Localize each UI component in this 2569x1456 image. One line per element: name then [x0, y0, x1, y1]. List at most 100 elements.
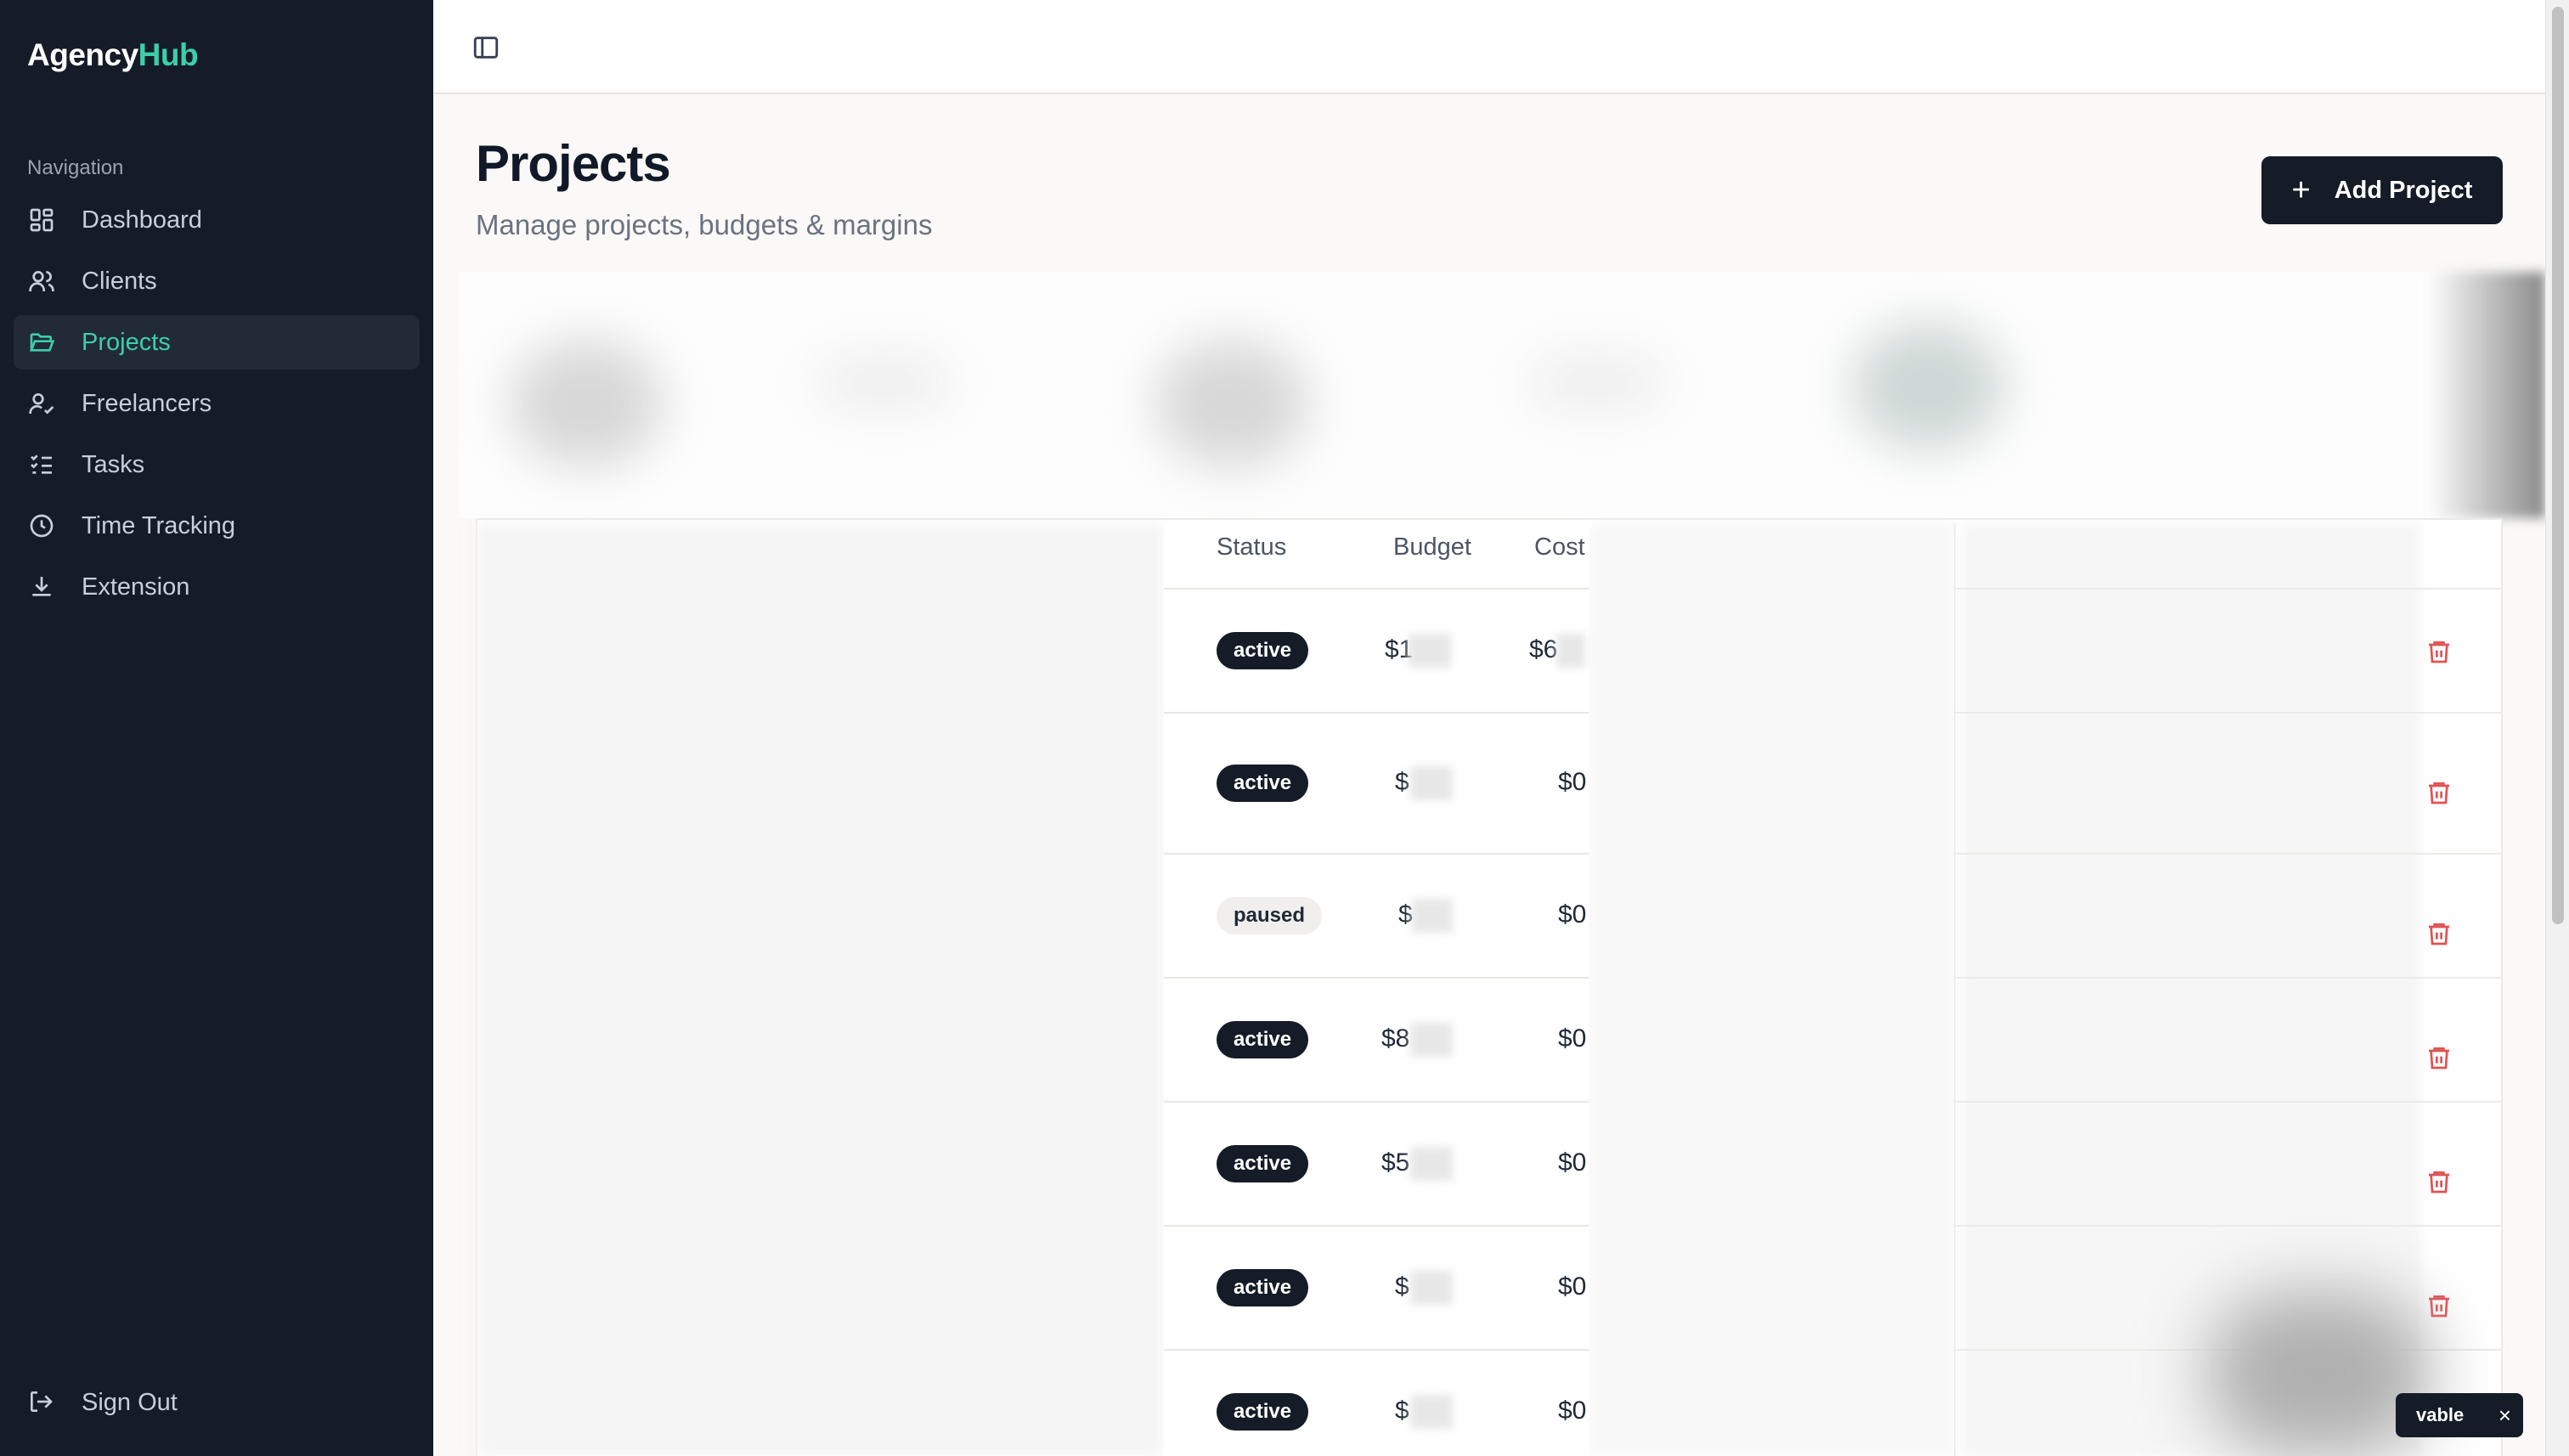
- sidebar-item-label: Tasks: [82, 450, 145, 478]
- cost-value: $0: [1558, 768, 1587, 796]
- cost-value: $6: [1529, 635, 1558, 663]
- toast-text: vable: [2416, 1404, 2465, 1425]
- blurred-columns-mid: [1589, 523, 1954, 1456]
- budget-value: $: [1395, 768, 1409, 796]
- sign-out-label: Sign Out: [82, 1388, 178, 1416]
- row-divider: [1954, 977, 2503, 979]
- status-badge: active: [1217, 765, 1309, 802]
- redacted-budget: [1410, 766, 1453, 800]
- top-bar: [433, 0, 2545, 94]
- sidebar-item-projects[interactable]: Projects: [14, 315, 420, 370]
- sign-out-button[interactable]: Sign Out: [27, 1388, 178, 1417]
- download-icon: [27, 573, 56, 601]
- sidebar-item-label: Projects: [82, 328, 171, 356]
- redacted-budget: [1410, 1271, 1453, 1305]
- folder-open-icon: [27, 328, 56, 357]
- delete-row-button[interactable]: [2423, 776, 2455, 809]
- trash-icon: [2429, 1047, 2449, 1069]
- list-checks-icon: [27, 450, 56, 479]
- cost-value: $0: [1558, 1148, 1587, 1177]
- panel-left-icon: [473, 37, 499, 59]
- table-row[interactable]: active $5 $0: [1164, 1101, 1589, 1225]
- page-scrollbar[interactable]: [2545, 0, 2569, 1456]
- sidebar-item-label: Clients: [82, 267, 157, 295]
- clock-icon: [27, 511, 56, 540]
- status-badge: active: [1217, 632, 1309, 669]
- table-row[interactable]: active $8 $0: [1164, 977, 1589, 1101]
- table-row[interactable]: active $1 $6: [1164, 588, 1589, 712]
- brand-name-part2: Hub: [138, 37, 199, 72]
- budget-value: $: [1395, 1397, 1409, 1425]
- user-check-icon: [27, 389, 56, 418]
- sidebar-item-label: Dashboard: [82, 206, 202, 234]
- plus-icon: +: [2291, 172, 2311, 208]
- cost-value: $0: [1558, 1024, 1587, 1052]
- redacted-budget: [1410, 1395, 1453, 1429]
- delete-row-button[interactable]: [2423, 917, 2455, 950]
- add-project-label: Add Project: [2334, 176, 2473, 204]
- sidebar-toggle-button[interactable]: [469, 31, 503, 65]
- sidebar-item-label: Time Tracking: [82, 511, 236, 539]
- delete-row-button[interactable]: [2423, 1041, 2455, 1074]
- trash-icon: [2429, 641, 2449, 663]
- column-divider: [1954, 523, 1956, 1456]
- row-divider: [1954, 1225, 2503, 1227]
- status-badge: paused: [1217, 897, 1323, 934]
- close-icon[interactable]: ×: [2498, 1402, 2511, 1429]
- delete-row-button[interactable]: [2423, 1290, 2455, 1322]
- header-status: Status: [1217, 533, 1287, 561]
- edge-shadow: [2426, 272, 2545, 518]
- log-out-icon: [27, 1388, 56, 1417]
- users-icon: [27, 267, 56, 296]
- redacted-budget: [1412, 899, 1453, 933]
- trash-icon: [2429, 1171, 2449, 1194]
- delete-row-button[interactable]: [2423, 1165, 2455, 1198]
- table-row[interactable]: active $ $0: [1164, 1349, 1589, 1456]
- row-divider: [1954, 588, 2503, 590]
- dashboard-icon: [27, 206, 56, 234]
- brand-name-part1: Agency: [27, 37, 138, 72]
- table-row[interactable]: active $ $0: [1164, 712, 1589, 853]
- redacted-budget: [1410, 1147, 1453, 1181]
- row-divider: [1954, 712, 2503, 714]
- toast-notification[interactable]: vable ×: [2396, 1393, 2523, 1437]
- brand-logo[interactable]: AgencyHub: [27, 37, 199, 73]
- budget-value: $8: [1381, 1024, 1410, 1052]
- status-badge: active: [1217, 1393, 1309, 1431]
- sidebar-item-tasks[interactable]: Tasks: [14, 437, 420, 492]
- sidebar-item-label: Freelancers: [82, 389, 212, 417]
- status-badge: active: [1217, 1145, 1309, 1182]
- stats-cards-blurred: [459, 272, 2545, 518]
- trash-icon: [2429, 1295, 2449, 1318]
- delete-row-button[interactable]: [2423, 635, 2455, 668]
- budget-value: $: [1395, 1273, 1409, 1301]
- redacted-cost: [1556, 634, 1585, 668]
- sidebar-item-time-tracking[interactable]: Time Tracking: [14, 499, 420, 553]
- sidebar-item-dashboard[interactable]: Dashboard: [14, 193, 420, 247]
- trash-icon: [2429, 923, 2449, 945]
- blurred-columns-left: [476, 523, 1164, 1456]
- visible-columns: Status Budget Cost active $1 $6 active $…: [1164, 523, 1589, 1456]
- sidebar: AgencyHub Navigation Dashboard Clients P…: [0, 0, 433, 1456]
- scrollbar-thumb[interactable]: [2552, 7, 2564, 924]
- budget-value: $: [1398, 900, 1413, 928]
- row-divider: [1954, 853, 2503, 855]
- nav-heading: Navigation: [27, 156, 124, 179]
- trash-icon: [2429, 782, 2449, 804]
- header-budget: Budget: [1393, 533, 1471, 561]
- page-title: Projects: [476, 135, 671, 192]
- sidebar-item-extension[interactable]: Extension: [14, 560, 420, 614]
- sidebar-item-freelancers[interactable]: Freelancers: [14, 376, 420, 431]
- cost-value: $0: [1558, 900, 1587, 928]
- cost-value: $0: [1558, 1397, 1587, 1425]
- header-cost: Cost: [1534, 533, 1585, 561]
- status-badge: active: [1217, 1021, 1309, 1058]
- redacted-budget: [1409, 634, 1451, 668]
- sidebar-item-label: Extension: [82, 573, 190, 601]
- table-row[interactable]: active $ $0: [1164, 1225, 1589, 1349]
- sidebar-item-clients[interactable]: Clients: [14, 254, 420, 308]
- row-divider: [1954, 1101, 2503, 1103]
- table-row[interactable]: paused $ $0: [1164, 853, 1589, 977]
- nav-list: Dashboard Clients Projects Freelancers T…: [14, 193, 420, 621]
- add-project-button[interactable]: + Add Project: [2261, 156, 2503, 224]
